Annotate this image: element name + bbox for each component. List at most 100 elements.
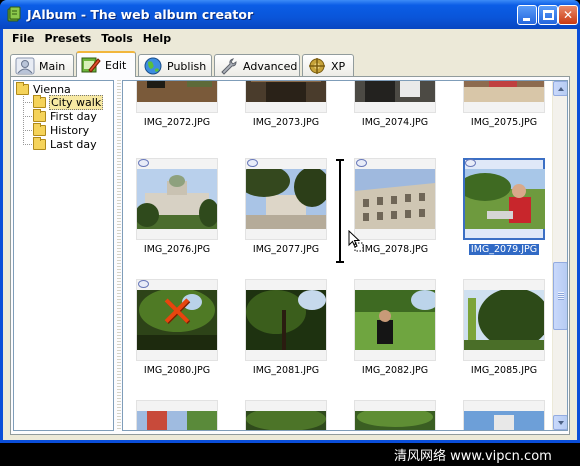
tree-connector <box>23 102 32 103</box>
thumbnail-frame <box>463 81 545 113</box>
xp-icon <box>309 58 325 74</box>
tree-node-label: History <box>50 123 90 137</box>
photo-thumbnail <box>137 81 217 102</box>
thumbnail-frame <box>354 158 436 240</box>
thumbnail-frame: ✕ <box>136 279 218 361</box>
thumbnail-frame <box>136 81 218 113</box>
close-button[interactable]: ✕ <box>558 5 578 25</box>
tab-xp[interactable]: XP <box>302 54 354 77</box>
menu-presets[interactable]: Presets <box>40 32 97 45</box>
scroll-up-button[interactable] <box>553 81 567 96</box>
thumbnail-frame <box>136 400 218 430</box>
tree-node-label: First day <box>50 109 97 123</box>
photo-thumbnail <box>465 169 545 229</box>
photo-thumbnail <box>246 290 326 350</box>
thumbnail-caption: IMG_2073.JPG <box>252 117 320 128</box>
thumbnail-caption: IMG_2074.JPG <box>361 117 429 128</box>
menu-file[interactable]: File <box>7 32 40 45</box>
maximize-icon <box>543 10 554 20</box>
tree-node-first-day[interactable]: First day <box>33 108 98 123</box>
folder-tree[interactable]: Vienna City walk First day History Last … <box>13 80 114 431</box>
photo-thumbnail <box>137 411 217 430</box>
drag-cursor-icon <box>348 230 364 252</box>
comment-icon <box>356 159 367 167</box>
app-window: JAlbum - The web album creator ✕ File Pr… <box>0 0 580 443</box>
edit-panel: Vienna City walk First day History Last … <box>10 76 570 435</box>
folder-icon <box>33 94 46 108</box>
title-bar[interactable]: JAlbum - The web album creator ✕ <box>0 0 580 29</box>
tab-strip: Main Edit Publish Advanced XP <box>10 51 570 77</box>
thumbnail-frame-selected <box>463 158 545 240</box>
thumbnail-caption: IMG_2076.JPG <box>143 244 211 255</box>
photo-thumbnail <box>355 169 435 229</box>
photo-thumbnail <box>246 81 326 102</box>
comment-icon <box>138 280 149 288</box>
photo-thumbnail <box>355 411 435 430</box>
folder-icon <box>16 81 29 95</box>
thumbnail-frame <box>354 400 436 430</box>
comment-icon <box>247 159 258 167</box>
thumbnail-frame <box>136 158 218 240</box>
scroll-down-button[interactable] <box>553 415 567 430</box>
folder-icon <box>33 136 46 150</box>
thumbnail-frame <box>463 279 545 361</box>
tree-connector <box>23 96 24 145</box>
tree-connector <box>23 144 32 145</box>
vertical-scrollbar[interactable] <box>552 81 567 430</box>
selected-filename: IMG_2079.JPG <box>468 244 540 255</box>
minimize-button[interactable] <box>517 5 537 25</box>
thumbnail-frame <box>245 158 327 240</box>
tab-edit-label: Edit <box>105 58 127 72</box>
thumbnail-caption: IMG_2082.JPG <box>361 365 429 376</box>
photo-thumbnail <box>246 169 326 229</box>
maximize-button[interactable] <box>538 5 558 25</box>
tab-publish[interactable]: Publish <box>138 54 212 77</box>
watermark-text: 清风网络 www.vipcn.com <box>394 449 552 464</box>
menu-help[interactable]: Help <box>138 32 176 45</box>
tree-node-label: City walk <box>49 94 104 110</box>
client-area: File Presets Tools Help Main Edit Publis… <box>3 29 577 440</box>
scroll-thumb[interactable] <box>553 262 567 330</box>
thumbnail-caption: IMG_2085.JPG <box>470 365 538 376</box>
thumbnail-frame <box>245 279 327 361</box>
thumbnail-gallery[interactable]: IMG_2072.JPG IMG_2073.JPG IMG_2074.JPG I… <box>122 80 568 431</box>
menu-tools[interactable]: Tools <box>96 32 137 45</box>
menu-bar: File Presets Tools Help <box>3 29 577 48</box>
thumbnail-caption: IMG_2072.JPG <box>143 117 211 128</box>
close-icon: ✕ <box>562 8 574 22</box>
thumbnail-frame <box>354 81 436 113</box>
thumbnail-frame <box>354 279 436 361</box>
tree-node-last-day[interactable]: Last day <box>33 136 98 151</box>
tree-node-city-walk[interactable]: City walk <box>33 94 104 110</box>
tab-publish-label: Publish <box>167 59 207 73</box>
photo-thumbnail <box>464 290 544 350</box>
photo-thumbnail <box>464 411 544 430</box>
comment-icon <box>465 159 476 167</box>
tree-node-history[interactable]: History <box>33 122 90 137</box>
globe-icon <box>144 57 162 75</box>
folder-icon <box>33 108 46 122</box>
window-title: JAlbum - The web album creator <box>27 7 254 22</box>
thumbnail-caption: IMG_2081.JPG <box>252 365 320 376</box>
tab-edit[interactable]: Edit <box>76 51 136 77</box>
tab-main[interactable]: Main <box>10 54 74 77</box>
edit-icon <box>81 57 101 73</box>
tree-connector <box>23 116 32 117</box>
photo-thumbnail <box>355 290 435 350</box>
folder-icon <box>33 122 46 136</box>
tab-advanced[interactable]: Advanced <box>214 54 300 77</box>
thumbnail-frame <box>245 400 327 430</box>
thumbnail-frame <box>245 81 327 113</box>
comment-icon <box>138 159 149 167</box>
photo-thumbnail <box>137 169 217 229</box>
grip-icon <box>558 292 564 300</box>
drop-insertion-marker <box>336 159 344 263</box>
thumbnail-caption: IMG_2080.JPG <box>143 365 211 376</box>
splitter-handle[interactable] <box>117 80 121 431</box>
thumbnail-caption: IMG_2077.JPG <box>252 244 320 255</box>
tab-xp-label: XP <box>331 59 346 73</box>
photo-thumbnail <box>464 81 544 102</box>
excluded-x-icon: ✕ <box>159 287 195 336</box>
thumbnail-caption-selected: IMG_2079.JPG <box>453 244 555 255</box>
tree-connector <box>23 130 32 131</box>
